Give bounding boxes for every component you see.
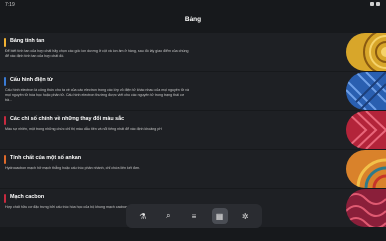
list-item-electron-config[interactable]: Cấu hình điện tử Cấu hình electron là cô… bbox=[0, 72, 386, 110]
status-time: 7:19 bbox=[5, 2, 15, 8]
card-title: Mạch cacbon bbox=[10, 194, 45, 200]
accent-bar bbox=[4, 155, 6, 164]
nav-search-button[interactable]: ⌕ bbox=[160, 208, 176, 224]
card-title: Các chỉ số chính về những thay đổi màu s… bbox=[10, 116, 125, 122]
nav-list-button[interactable]: ≡ bbox=[186, 208, 202, 224]
decorative-pattern-icon bbox=[346, 150, 386, 188]
nav-table-button[interactable]: ▦ bbox=[211, 208, 228, 224]
list-item-color-indicators[interactable]: Các chỉ số chính về những thay đổi màu s… bbox=[0, 111, 386, 149]
card-title: Cấu hình điện tử bbox=[10, 77, 53, 83]
accent-bar bbox=[4, 77, 6, 86]
list-item-alkanes[interactable]: Tính chất của một số ankan Hydrocacbon m… bbox=[0, 150, 386, 188]
card-description: Để biết tính tan của hợp chất hãy chọn c… bbox=[5, 49, 189, 58]
battery-icon bbox=[376, 2, 380, 6]
accent-bar bbox=[4, 116, 6, 125]
card-description: Cấu hình electron là công thức cho ta về… bbox=[5, 88, 189, 102]
accent-bar bbox=[4, 194, 6, 203]
accent-bar bbox=[4, 38, 6, 47]
card-description: Hydrocacbon mạch hở mạch thẳng hoặc cấu … bbox=[5, 166, 141, 170]
list-item-solubility[interactable]: Bảng tính tan Để biết tính tan của hợp c… bbox=[0, 33, 386, 71]
bottom-navigation: ⚗ ⌕ ≡ ▦ ✲ bbox=[126, 204, 262, 228]
search-icon: ⌕ bbox=[166, 211, 171, 220]
settings-icon: ✲ bbox=[241, 211, 249, 221]
flask-icon: ⚗ bbox=[139, 211, 147, 221]
wifi-icon bbox=[370, 2, 374, 6]
decorative-pattern-icon bbox=[346, 33, 386, 71]
decorative-pattern-icon bbox=[346, 72, 386, 110]
status-icons bbox=[370, 2, 380, 6]
card-title: Bảng tính tan bbox=[10, 38, 45, 44]
status-bar: 7:19 bbox=[0, 0, 386, 10]
table-icon: ▦ bbox=[215, 211, 224, 221]
decorative-pattern-icon bbox=[346, 189, 386, 227]
card-description: Màu sự nhiên, một trong những chức chỉ t… bbox=[5, 127, 162, 131]
page-title: Bảng bbox=[184, 16, 202, 23]
decorative-pattern-icon bbox=[346, 111, 386, 149]
card-title: Tính chất của một số ankan bbox=[10, 155, 81, 161]
nav-flask-button[interactable]: ⚗ bbox=[135, 208, 151, 224]
nav-settings-button[interactable]: ✲ bbox=[237, 208, 253, 224]
list-icon: ≡ bbox=[191, 211, 197, 221]
